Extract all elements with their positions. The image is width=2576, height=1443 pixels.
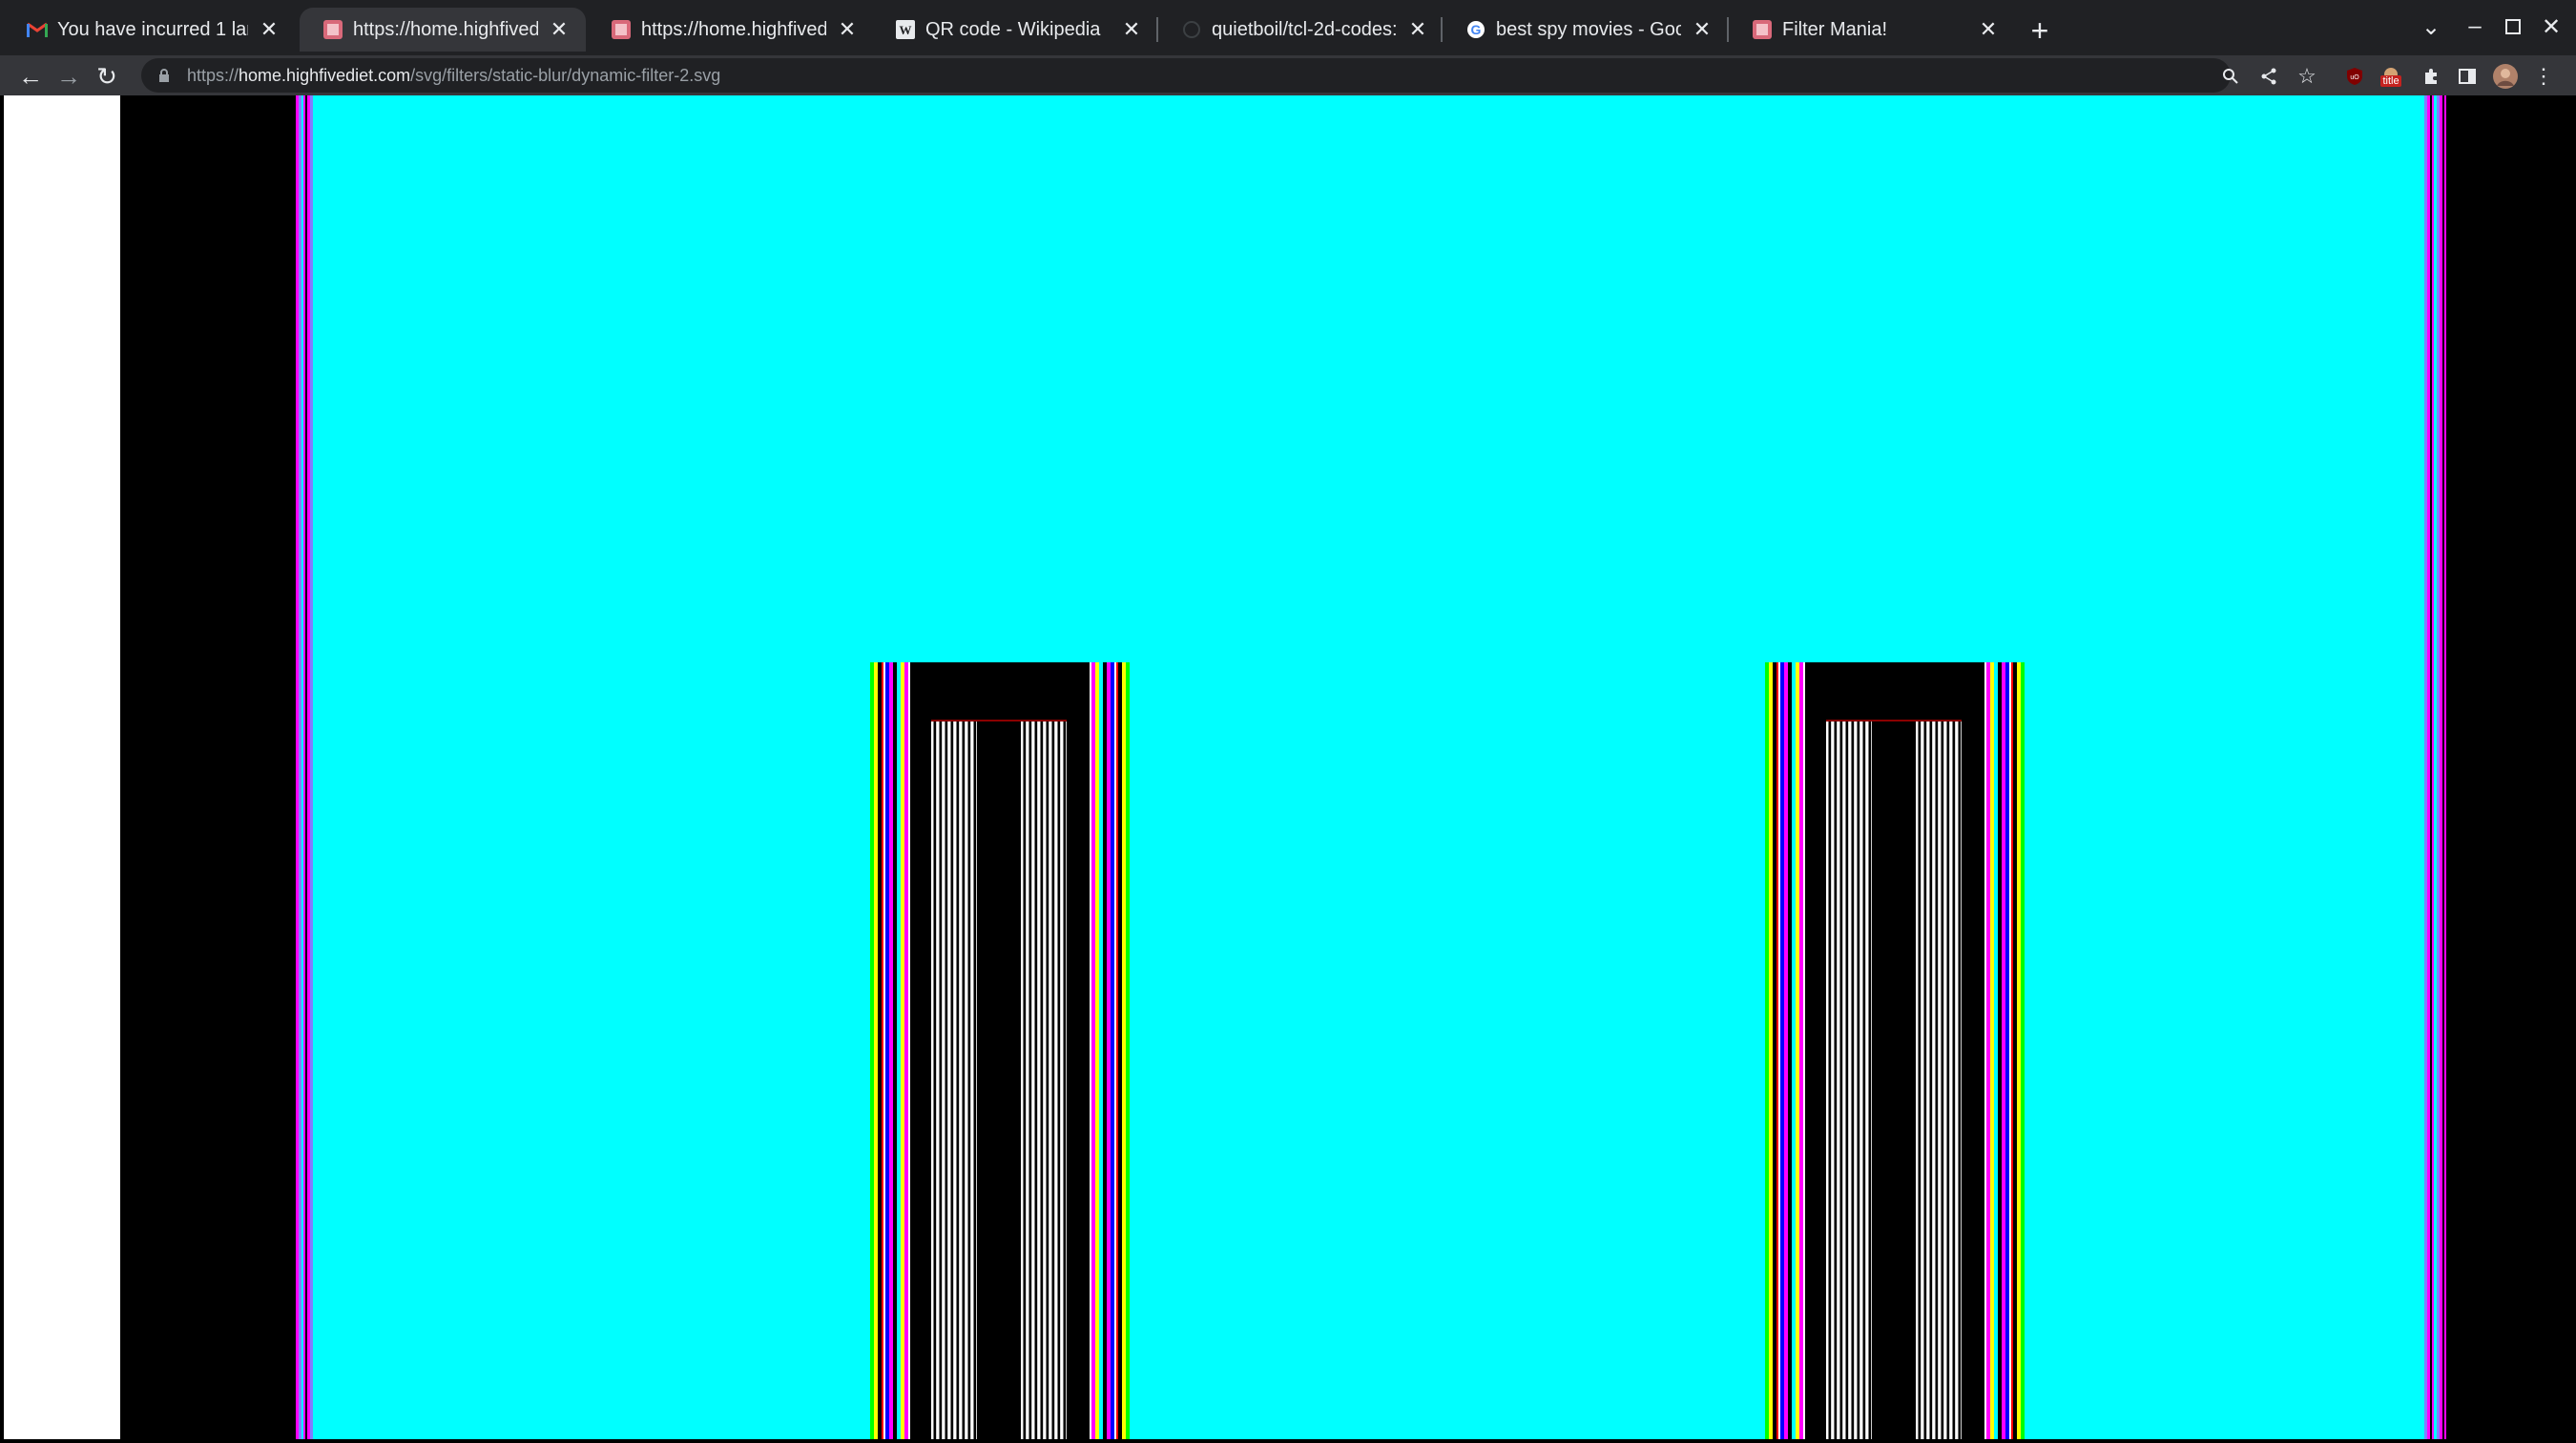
browser-toolbar: ← → ↻ https://home.highfivediet.com/svg/… [0,55,2576,95]
site-favicon-icon [611,19,632,40]
tab-title: QR code - Wikipedia [925,18,1101,40]
tab-title: Filter Mania! [1782,18,1888,40]
tab-divider [1156,17,1158,42]
pillar-inner-stripes [931,722,977,1439]
tab-title: best spy movies - Google [1496,18,1681,40]
tab-title: https://home.highfivediet [353,18,538,40]
profile-avatar[interactable] [2488,59,2523,94]
site-favicon-icon [322,19,343,40]
side-panel-icon[interactable] [2450,59,2484,94]
tab-gmail[interactable]: You have incurred 1 large ✕ [4,8,296,52]
tab-divider [1441,17,1443,42]
gmail-icon [27,19,48,40]
tab-highfivediet[interactable]: https://home.highfivediet ✕ [588,8,874,52]
right-color-stripes [2421,95,2446,1439]
title-extension-icon[interactable]: title [2374,59,2408,94]
close-icon[interactable]: ✕ [1404,16,1431,43]
close-icon[interactable]: ✕ [1689,16,1715,43]
address-bar[interactable]: https://home.highfivediet.com/svg/filter… [141,58,2231,93]
close-icon[interactable]: ✕ [1975,16,2002,43]
new-tab-button[interactable]: + [2023,13,2057,48]
extensions-puzzle-icon[interactable] [2414,59,2448,94]
ublock-origin-icon[interactable]: uO [2337,59,2372,94]
site-favicon-icon [1752,19,1773,40]
filter-pillar-right [1765,662,2025,1439]
svg-filter-canvas [315,95,2423,1439]
lock-icon[interactable] [155,66,174,85]
tab-strip: You have incurred 1 large ✕ https://home… [0,0,2576,55]
filter-pillar-left [870,662,1130,1439]
left-color-stripes [296,95,315,1439]
reload-icon[interactable]: ↻ [90,59,124,94]
tab-github[interactable]: quietboil/tcl-2d-codes: TC ✕ [1158,8,1444,52]
pillar-edge [1086,662,1130,1439]
share-icon[interactable] [2252,59,2286,94]
forward-arrow-icon[interactable]: → [52,59,86,94]
tab-title: You have incurred 1 large [57,18,248,40]
maximize-icon[interactable] [2494,8,2532,46]
back-arrow-icon[interactable]: ← [13,59,48,94]
close-icon[interactable]: ✕ [256,16,282,43]
close-window-icon[interactable]: ✕ [2532,8,2570,46]
svg-text:G: G [1471,22,1482,37]
bookmark-star-icon[interactable]: ☆ [2290,59,2324,94]
pillar-edge [870,662,914,1439]
pillar-inner-stripes [1021,722,1067,1439]
svg-text:W: W [900,23,912,37]
page-viewport [4,95,2572,1439]
tab-divider [1727,17,1729,42]
close-icon[interactable]: ✕ [546,16,572,43]
more-menu-icon[interactable]: ⋮ [2526,59,2561,94]
tab-search-chevron-icon[interactable]: ⌄ [2412,8,2450,46]
wikipedia-icon: W [895,19,916,40]
white-margin [4,95,120,1439]
svg-text:uO: uO [2350,74,2359,81]
url-text: https://home.highfivediet.com/svg/filter… [187,65,721,85]
tab-highfivediet-active[interactable]: https://home.highfivediet ✕ [300,8,586,52]
extension-badge: title [2380,75,2401,87]
close-icon[interactable]: ✕ [1118,16,1145,43]
pillar-edge [1765,662,1809,1439]
zoom-icon[interactable] [2213,59,2248,94]
tab-title: https://home.highfivediet [641,18,826,40]
minimize-icon[interactable]: – [2456,8,2494,46]
tab-wikipedia[interactable]: W QR code - Wikipedia ✕ [872,8,1158,52]
tab-filter-mania[interactable]: Filter Mania! ✕ [1729,8,2015,52]
tab-title: quietboil/tcl-2d-codes: TC [1212,18,1397,40]
google-icon: G [1465,19,1486,40]
github-icon [1181,19,1202,40]
pillar-edge [1981,662,2025,1439]
close-icon[interactable]: ✕ [834,16,861,43]
tab-google-search[interactable]: G best spy movies - Google ✕ [1443,8,1729,52]
pillar-inner-stripes [1826,722,1872,1439]
pillar-inner-stripes [1916,722,1962,1439]
